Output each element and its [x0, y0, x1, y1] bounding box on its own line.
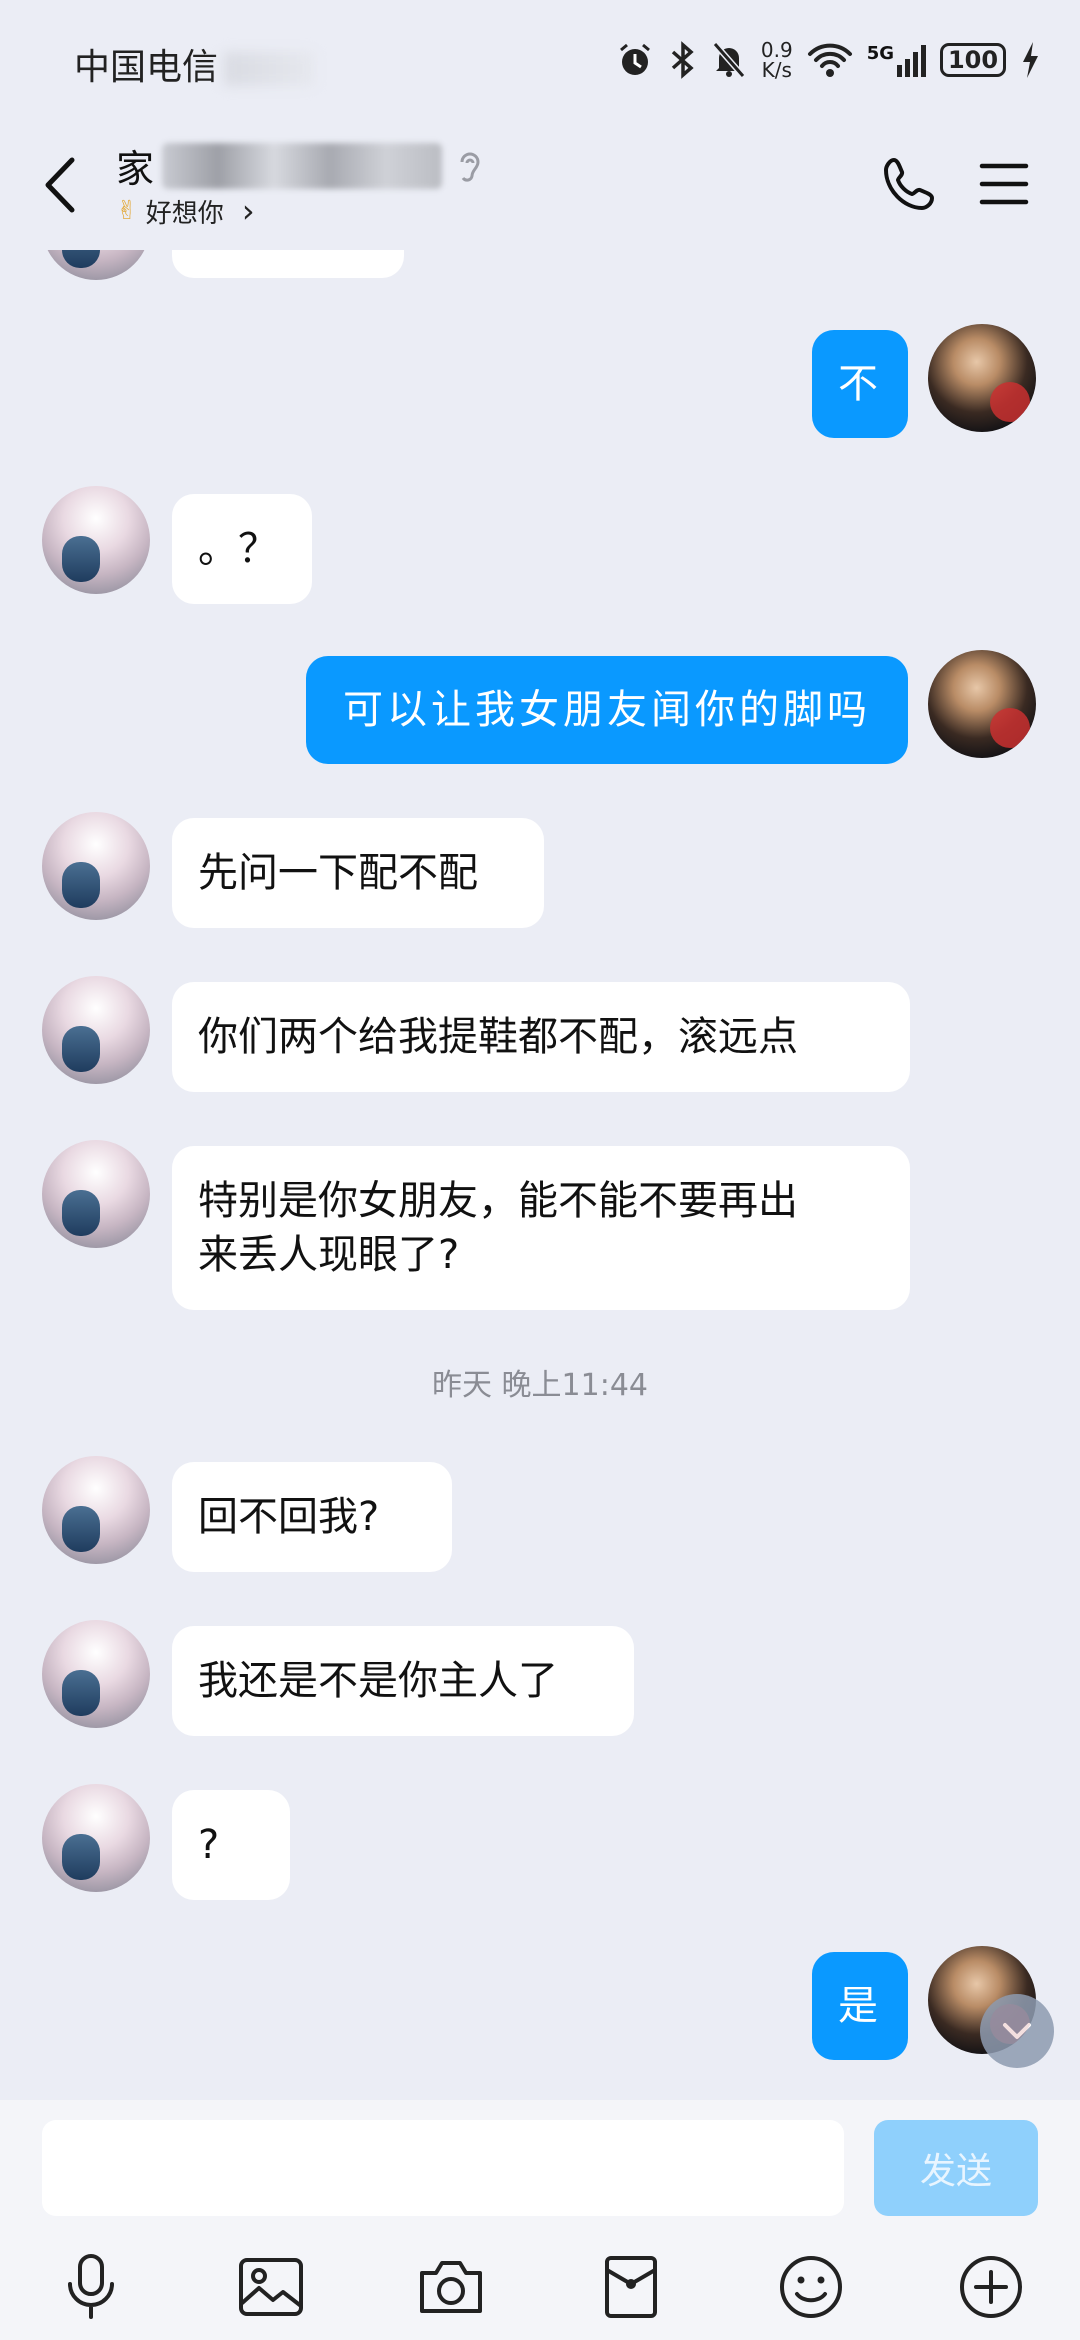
voice-button[interactable] [54, 2250, 128, 2324]
image-icon [239, 2258, 303, 2316]
emoji-icon [780, 2256, 842, 2318]
user-avatar[interactable] [928, 324, 1036, 432]
message-text: 我还是不是你主人了 [198, 1658, 558, 1704]
network-speed-unit: K/s [761, 58, 792, 82]
status-text: 好想你 [145, 198, 224, 229]
network-speed: 0.9 K/s [761, 40, 793, 80]
message-bubble-other[interactable]: 。？ [172, 494, 312, 604]
message-bubble-other[interactable]: ? [172, 1790, 290, 1900]
message-bubble-partial[interactable] [172, 250, 404, 278]
message-text: 回不回我? [198, 1494, 380, 1540]
charging-icon [1023, 42, 1038, 78]
message-text: 是 [838, 1983, 882, 2029]
message-text: 。？ [198, 526, 278, 572]
message-text-line-1: 特别是你女朋友，能不能不要再出 [198, 1178, 798, 1224]
network-speed-value: 0.9 [760, 38, 793, 62]
user-avatar[interactable] [928, 650, 1036, 758]
battery-indicator: 100 [940, 43, 1006, 77]
message-bubble-other[interactable]: 先问一下配不配 [172, 818, 544, 928]
message-text: ? [198, 1822, 220, 1868]
bluetooth-icon [671, 41, 694, 79]
contact-avatar[interactable] [42, 1456, 150, 1564]
signal-bars-icon [897, 45, 926, 77]
message-bubble-self[interactable]: 可以让我女朋友闻你的脚吗 [306, 656, 908, 764]
message-timestamp: 昨天 晚上11:44 [432, 1368, 648, 1403]
message-bubble-other[interactable]: 特别是你女朋友，能不能不要再出 来丢人现眼了? [172, 1146, 910, 1310]
more-button[interactable] [954, 2250, 1028, 2324]
chevron-right-icon: › [241, 192, 255, 230]
message-bubble-other[interactable]: 你们两个给我提鞋都不配，滚远点 [172, 982, 910, 1092]
camera-button[interactable] [414, 2250, 488, 2324]
message-list[interactable]: 不 。？ 可以让我女朋友闻你的脚吗 先问一下配不配 你们两个给我提鞋都不配，滚远… [0, 250, 1080, 2100]
chevron-down-icon [1003, 2023, 1031, 2039]
contact-avatar[interactable] [42, 1620, 150, 1728]
contact-avatar[interactable] [42, 1140, 150, 1248]
contact-avatar[interactable] [42, 486, 150, 594]
battery-level: 100 [947, 46, 999, 74]
scroll-to-bottom-button[interactable] [980, 1994, 1054, 2068]
message-bubble-other[interactable]: 回不回我? [172, 1462, 452, 1572]
alarm-icon [619, 43, 650, 75]
carrier-redaction [224, 52, 315, 86]
back-icon[interactable] [36, 152, 86, 218]
status-icons: 0.9 K/s 5G 100 [615, 36, 1040, 84]
contact-name-text: 家 [116, 147, 155, 191]
message-text: 先问一下配不配 [198, 850, 478, 896]
message-text: 你们两个给我提鞋都不配，滚远点 [198, 1014, 798, 1060]
emoji-button[interactable] [774, 2250, 848, 2324]
contact-avatar[interactable] [42, 976, 150, 1084]
cellular-signal: 5G [867, 43, 926, 77]
image-button[interactable] [234, 2250, 308, 2324]
input-toolbar [0, 2250, 1080, 2334]
menu-icon[interactable] [978, 158, 1030, 210]
plus-icon [960, 2256, 1022, 2318]
contact-avatar[interactable] [42, 250, 150, 280]
message-text: 不 [838, 361, 882, 407]
message-bubble-self[interactable]: 不 [812, 330, 908, 438]
status-bar: 中国电信 0.9 K/s 5G 100 [0, 0, 1080, 120]
input-bar: 发送 [0, 2100, 1080, 2340]
red-packet-button[interactable] [594, 2250, 668, 2324]
carrier-label: 中国电信 [74, 38, 315, 90]
camera-icon [420, 2261, 482, 2313]
contact-avatar[interactable] [42, 1784, 150, 1892]
network-type: 5G [866, 43, 894, 64]
contact-name[interactable]: 家 [116, 138, 484, 193]
message-bubble-other[interactable]: 我还是不是你主人了 [172, 1626, 634, 1736]
status-emoji: ✌ [116, 196, 138, 226]
contact-status[interactable]: ✌ 好想你 › [116, 192, 255, 230]
red-packet-icon [605, 2256, 657, 2318]
send-button[interactable]: 发送 [874, 2120, 1038, 2216]
ear-icon [460, 152, 480, 182]
carrier-name: 中国电信 [74, 47, 219, 88]
phone-call-icon[interactable] [880, 154, 940, 214]
mute-bell-icon [712, 42, 746, 78]
message-input[interactable] [42, 2120, 844, 2216]
wifi-icon [807, 43, 852, 77]
message-text-line-2: 来丢人现眼了? [198, 1232, 460, 1278]
microphone-icon [68, 2254, 114, 2319]
message-bubble-self[interactable]: 是 [812, 1952, 908, 2060]
contact-name-redaction [162, 142, 443, 189]
contact-avatar[interactable] [42, 812, 150, 920]
message-text: 可以让我女朋友闻你的脚吗 [343, 687, 871, 733]
chat-header: 家 ✌ 好想你 › [0, 120, 1080, 250]
